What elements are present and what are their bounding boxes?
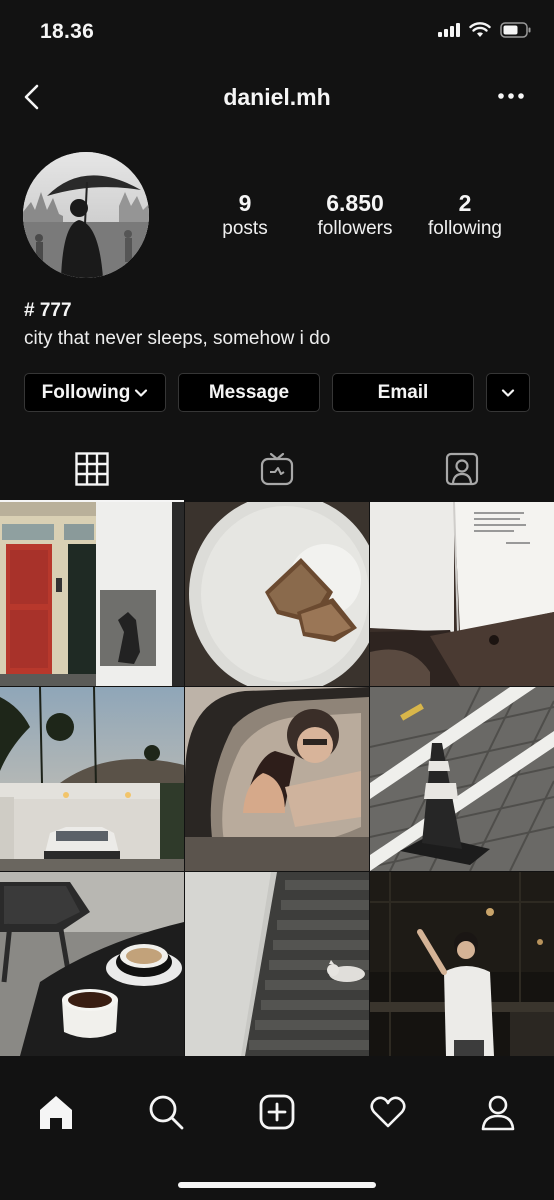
post-thumbnail[interactable] — [370, 687, 554, 871]
posts-count[interactable]: 9 posts — [190, 190, 300, 242]
nav-search[interactable] — [144, 1092, 188, 1136]
profile-avatar[interactable] — [23, 152, 149, 278]
activity-heart-icon — [369, 1093, 407, 1136]
profile-tabs — [0, 440, 554, 502]
email-button[interactable]: Email — [332, 373, 474, 412]
profile-stats: 9 posts 6.850 followers 2 following — [190, 190, 520, 242]
bottom-navigation — [0, 1076, 554, 1200]
tab-igtv[interactable] — [185, 440, 369, 502]
home-indicator[interactable] — [178, 1182, 376, 1188]
tab-posts-grid[interactable] — [0, 440, 184, 502]
more-horizontal-icon — [496, 93, 526, 112]
igtv-icon — [260, 452, 294, 491]
post-thumbnail[interactable] — [370, 502, 554, 686]
profile-header: daniel.mh — [0, 66, 554, 128]
post-thumbnail[interactable] — [370, 872, 554, 1056]
wifi-icon — [469, 22, 491, 43]
followers-count[interactable]: 6.850 followers — [300, 190, 410, 242]
bio-text: city that never sleeps, somehow i do — [24, 328, 331, 349]
new-post-icon — [258, 1093, 296, 1136]
post-thumbnail[interactable] — [0, 872, 184, 1056]
home-icon — [37, 1093, 75, 1136]
following-button-label: Following — [41, 381, 131, 403]
tagged-icon — [445, 452, 479, 491]
post-thumbnail[interactable] — [185, 872, 369, 1056]
profile-action-buttons: Following Message Email — [24, 373, 530, 412]
nav-home[interactable] — [34, 1092, 78, 1136]
stat-label: following — [428, 218, 502, 239]
post-thumbnail[interactable] — [185, 687, 369, 871]
stat-value: 6.850 — [326, 190, 384, 216]
search-icon — [147, 1093, 185, 1136]
more-options-button[interactable] — [496, 84, 526, 108]
stat-label: followers — [317, 218, 393, 239]
cellular-signal-icon — [438, 23, 460, 42]
grid-icon — [75, 451, 109, 491]
chevron-down-icon — [501, 388, 515, 398]
profile-icon — [479, 1093, 517, 1136]
tab-tagged[interactable] — [370, 440, 554, 502]
stat-label: posts — [222, 218, 268, 239]
post-thumbnail[interactable] — [0, 502, 184, 686]
bio-name: # 777 — [24, 300, 72, 321]
nav-profile[interactable] — [476, 1092, 520, 1136]
following-count[interactable]: 2 following — [410, 190, 520, 242]
posts-grid — [0, 502, 554, 1057]
stat-value: 2 — [458, 190, 472, 216]
status-time: 18.36 — [40, 20, 95, 43]
message-button-label: Message — [208, 381, 290, 403]
nav-new-post[interactable] — [255, 1092, 299, 1136]
suggested-accounts-button[interactable] — [486, 373, 530, 412]
post-thumbnail[interactable] — [185, 502, 369, 686]
message-button[interactable]: Message — [178, 373, 320, 412]
profile-username: daniel.mh — [223, 84, 331, 110]
email-button-label: Email — [377, 381, 429, 403]
status-icons — [438, 22, 532, 43]
nav-activity[interactable] — [366, 1092, 410, 1136]
battery-icon — [500, 22, 532, 43]
post-thumbnail[interactable] — [0, 687, 184, 871]
stat-value: 9 — [238, 190, 252, 216]
chevron-down-icon — [134, 388, 148, 398]
following-button[interactable]: Following — [24, 373, 166, 412]
status-bar: 18.36 — [0, 0, 554, 66]
